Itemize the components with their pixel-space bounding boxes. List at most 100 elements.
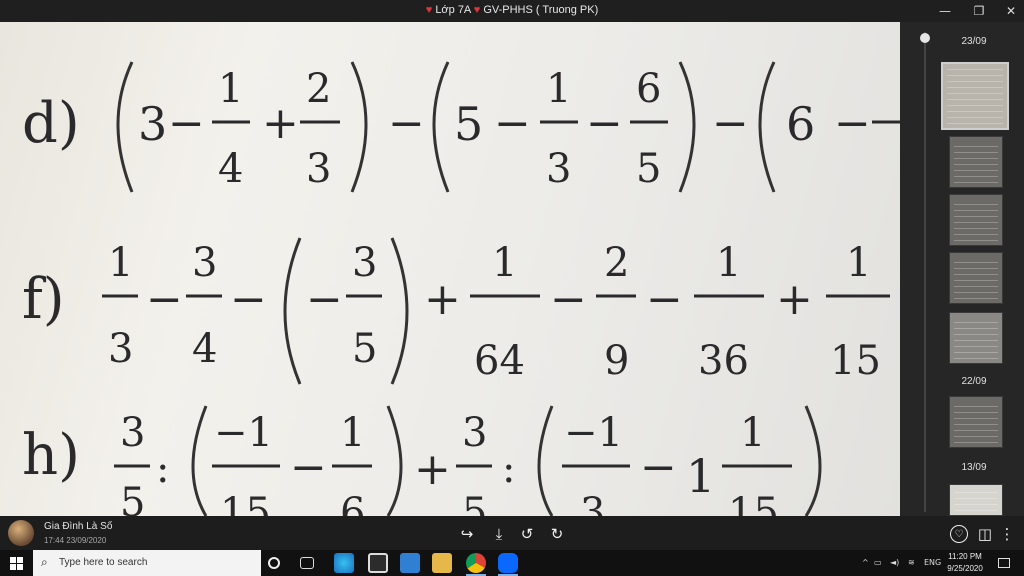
notification-icon[interactable] <box>998 558 1010 568</box>
svg-text::: : <box>502 446 515 492</box>
svg-text:1: 1 <box>686 449 715 503</box>
system-clock[interactable]: 11:20 PM 9/25/2020 <box>940 551 990 575</box>
tray-volume-icon[interactable]: ◄) <box>890 558 899 567</box>
svg-text:−: − <box>306 274 343 325</box>
like-icon[interactable]: ♡ <box>950 525 968 543</box>
clock-time: 11:20 PM <box>948 552 982 561</box>
svg-text:1: 1 <box>340 410 365 456</box>
label-h: h) <box>22 423 80 488</box>
tray-wifi-icon[interactable]: ≋ <box>908 558 915 567</box>
sent-timestamp: 17:44 23/09/2020 <box>44 536 107 545</box>
svg-text:−: − <box>550 274 587 325</box>
search-placeholder: Type here to search <box>59 557 148 568</box>
svg-text:−: − <box>230 274 267 325</box>
svg-text::: : <box>156 446 169 492</box>
rotate-left-icon[interactable]: ↺ <box>518 525 536 543</box>
svg-text:−1: −1 <box>214 410 273 456</box>
date-label: 13/09 <box>961 462 987 473</box>
svg-text:1: 1 <box>716 240 741 286</box>
close-button[interactable]: ✕ <box>994 0 1024 22</box>
svg-text:+: + <box>776 274 813 325</box>
clock-date: 9/25/2020 <box>947 564 983 573</box>
svg-text:−: − <box>586 98 623 149</box>
label-f: f) <box>22 267 65 332</box>
svg-text:3: 3 <box>138 97 167 151</box>
heart-icon: ♥ <box>425 4 433 16</box>
svg-text:3: 3 <box>108 326 133 372</box>
thumbnail[interactable] <box>949 136 1003 188</box>
svg-text:15: 15 <box>830 338 881 384</box>
viewer-toolbar: Gia Đình Là Số 17:44 23/09/2020 ↪ ⤓ ↺ ↻ … <box>0 516 1024 550</box>
svg-text:6: 6 <box>786 97 815 151</box>
title-group-name: Lớp 7A <box>435 4 471 16</box>
svg-text:1: 1 <box>846 240 871 286</box>
layout-icon[interactable]: ◫ <box>976 525 994 543</box>
svg-text:5: 5 <box>352 326 377 372</box>
svg-text:1: 1 <box>108 240 133 286</box>
svg-text:+: + <box>262 98 299 149</box>
exercise-row-d: d) 3 − 1 4 + 2 3 − 5 − 1 3 − 6 5 − 6 − <box>22 61 900 193</box>
photo-viewer[interactable]: d) 3 − 1 4 + 2 3 − 5 − 1 3 − 6 5 − 6 − f… <box>0 22 900 516</box>
windows-start-icon[interactable] <box>10 557 24 571</box>
window-title: ♥ Lớp 7A ♥ GV-PHHS ( Truong PK) <box>0 4 1024 16</box>
forward-icon[interactable]: ↪ <box>458 525 476 543</box>
tray-network-icon[interactable]: ▭ <box>874 558 882 567</box>
thumbnail[interactable] <box>949 252 1003 304</box>
svg-text:4: 4 <box>192 326 217 372</box>
svg-text:−: − <box>712 98 749 149</box>
svg-text:3: 3 <box>546 146 571 192</box>
svg-text:−: − <box>494 98 531 149</box>
store-icon[interactable] <box>368 553 388 573</box>
date-label: 23/09 <box>961 36 987 47</box>
zalo-icon[interactable] <box>498 553 518 573</box>
svg-text:9: 9 <box>604 338 629 384</box>
window-titlebar: ♥ Lớp 7A ♥ GV-PHHS ( Truong PK) — ❐ ✕ <box>0 0 1024 22</box>
tray-chevron-icon[interactable]: ^ <box>862 558 869 567</box>
paren-open <box>116 61 134 193</box>
svg-text:2: 2 <box>306 66 331 112</box>
task-view-icon[interactable] <box>300 557 314 569</box>
thumbnail[interactable] <box>949 312 1003 364</box>
tray-language[interactable]: ENG <box>924 558 941 567</box>
heart-icon: ♥ <box>473 4 481 16</box>
maximize-button[interactable]: ❐ <box>962 0 996 22</box>
taskbar-search-box[interactable]: ⌕ Type here to search <box>33 550 261 576</box>
rotate-right-icon[interactable]: ↻ <box>548 525 566 543</box>
svg-text:3: 3 <box>192 240 217 286</box>
svg-text:5: 5 <box>462 490 487 516</box>
math-exercise-photo: d) 3 − 1 4 + 2 3 − 5 − 1 3 − 6 5 − 6 − f… <box>22 61 900 516</box>
cortana-icon[interactable] <box>268 557 280 569</box>
avatar[interactable] <box>8 520 34 546</box>
thumbnail-panel[interactable]: 23/09 22/09 13/09 <box>900 22 1024 516</box>
svg-text:−: − <box>388 98 425 149</box>
thumbnail[interactable] <box>949 194 1003 246</box>
more-icon[interactable]: ⋮ <box>998 525 1016 543</box>
taskbar: ⌕ Type here to search ^ ▭ ◄) ≋ ENG 11:20… <box>0 550 1024 576</box>
svg-text:3: 3 <box>120 410 145 456</box>
svg-text:3: 3 <box>462 410 487 456</box>
sender-name: Gia Đình Là Số <box>44 521 113 532</box>
minimize-button[interactable]: — <box>928 0 962 22</box>
svg-text:+: + <box>424 274 461 325</box>
edge-icon[interactable] <box>334 553 354 573</box>
svg-text:−: − <box>168 98 205 149</box>
thumbnail-selected[interactable] <box>941 62 1009 130</box>
svg-text:6: 6 <box>636 66 661 112</box>
svg-text:1: 1 <box>546 66 571 112</box>
thumbnail[interactable] <box>949 396 1003 448</box>
mail-icon[interactable] <box>400 553 420 573</box>
search-icon: ⌕ <box>41 555 48 569</box>
svg-text:−: − <box>146 274 183 325</box>
svg-text:3: 3 <box>580 490 605 516</box>
date-label: 22/09 <box>961 376 987 387</box>
svg-text:5: 5 <box>636 146 661 192</box>
thumbnail[interactable] <box>949 484 1003 516</box>
svg-text:1: 1 <box>492 240 517 286</box>
svg-text:−: − <box>834 98 871 149</box>
svg-text:−1: −1 <box>564 410 623 456</box>
svg-text:5: 5 <box>454 97 483 151</box>
download-icon[interactable]: ⤓ <box>490 525 508 543</box>
chrome-icon[interactable] <box>466 553 486 573</box>
file-explorer-icon[interactable] <box>432 553 452 573</box>
svg-text:15: 15 <box>220 490 271 516</box>
